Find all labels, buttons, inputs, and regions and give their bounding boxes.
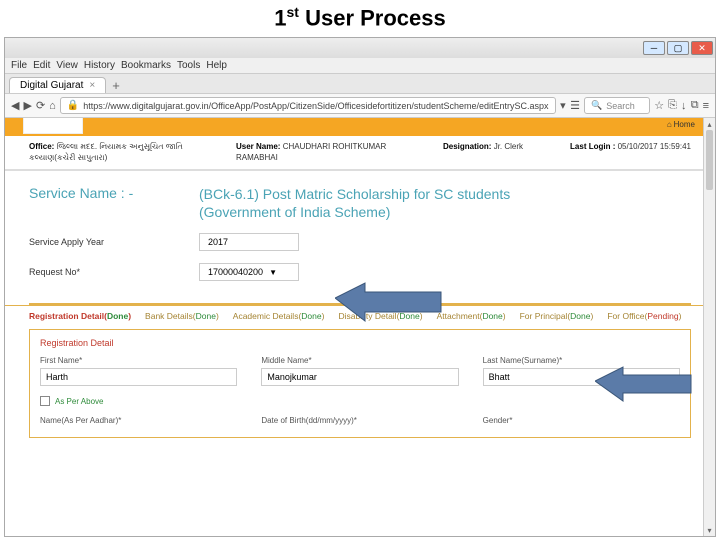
as-per-above-checkbox[interactable]: [40, 396, 50, 406]
as-per-above-row: As Per Above: [30, 386, 690, 406]
request-no-dropdown[interactable]: 17000040200▼: [199, 263, 299, 281]
callout-arrow-1: [335, 278, 445, 338]
menu-help[interactable]: Help: [206, 60, 227, 71]
tab-attachment[interactable]: Attachment(Done): [437, 311, 506, 321]
browser-window: ─ ▢ ✕ File Edit View History Bookmarks T…: [4, 37, 716, 537]
search-field[interactable]: 🔍 Search: [584, 97, 650, 114]
tab-academic-details[interactable]: Academic Details(Done): [233, 311, 325, 321]
first-name-field: First Name*: [40, 356, 237, 386]
site-header-bar: ⌂ Home: [5, 118, 715, 136]
middle-name-label: Middle Name*: [261, 356, 458, 365]
browser-menubar: File Edit View History Bookmarks Tools H…: [5, 58, 715, 74]
search-icon: 🔍: [591, 100, 602, 111]
pocket-icon[interactable]: ⎘: [668, 99, 677, 113]
lock-icon: 🔒: [67, 100, 79, 111]
apply-year-field[interactable]: 2017: [199, 233, 299, 251]
page-scrollbar[interactable]: ▴ ▾: [703, 118, 715, 536]
reload-icon[interactable]: ⟳: [36, 98, 45, 114]
menu-history[interactable]: History: [84, 60, 115, 71]
tab-strip: Digital Gujarat × +: [5, 74, 715, 94]
first-name-input[interactable]: [40, 368, 237, 386]
apply-year-row: Service Apply Year 2017: [5, 227, 715, 257]
aadhar-row-labels: Name(As Per Aadhar)* Date of Birth(dd/mm…: [30, 406, 690, 425]
search-placeholder: Search: [606, 101, 635, 111]
reader-icon[interactable]: ☰: [570, 98, 580, 114]
user-info-row: Office: જિલ્લા મદદ. નિયામક અનુસૂચિત જાતિ…: [5, 136, 715, 171]
dropdown-icon[interactable]: ▾: [560, 98, 567, 114]
forward-icon[interactable]: ▶: [23, 98, 31, 114]
browser-tab[interactable]: Digital Gujarat ×: [9, 77, 106, 93]
middle-name-field: Middle Name*: [261, 356, 458, 386]
sidebar-icon[interactable]: ⧉: [691, 99, 699, 113]
scroll-down-icon[interactable]: ▾: [704, 524, 715, 536]
url-text: https://www.digitalgujarat.gov.in/Office…: [83, 101, 548, 111]
scroll-up-icon[interactable]: ▴: [704, 118, 715, 130]
office-info: Office: જિલ્લા મદદ. નિયામક અનુસૂચિત જાતિ…: [29, 142, 189, 163]
designation-info: Designation: Jr. Clerk: [443, 142, 523, 163]
scroll-thumb[interactable]: [706, 130, 713, 190]
menu-view[interactable]: View: [56, 60, 78, 71]
chevron-down-icon: ▼: [269, 268, 277, 277]
minimize-button[interactable]: ─: [643, 41, 665, 55]
window-titlebar: ─ ▢ ✕: [5, 38, 715, 58]
house-icon: ⌂: [667, 120, 672, 129]
request-no-label: Request No*: [29, 267, 199, 277]
service-name-value: (BCk-6.1) Post Matric Scholarship for SC…: [199, 185, 510, 221]
tab-close-icon[interactable]: ×: [89, 80, 95, 91]
menu-edit[interactable]: Edit: [33, 60, 50, 71]
tab-for-office[interactable]: For Office(Pending): [607, 311, 681, 321]
url-field[interactable]: 🔒 https://www.digitalgujarat.gov.in/Offi…: [60, 97, 556, 114]
last-login-info: Last Login : 05/10/2017 15:59:41: [570, 142, 691, 163]
aadhar-name-label: Name(As Per Aadhar)*: [40, 416, 237, 425]
menu-file[interactable]: File: [11, 60, 27, 71]
site-logo: [23, 118, 83, 134]
tab-for-principal[interactable]: For Principal(Done): [520, 311, 594, 321]
tab-title: Digital Gujarat: [20, 80, 83, 91]
tab-registration-detail[interactable]: Registration Detail(Done): [29, 311, 131, 321]
slide-title: 1st User Process: [0, 0, 720, 37]
maximize-button[interactable]: ▢: [667, 41, 689, 55]
tab-bank-details[interactable]: Bank Details(Done): [145, 311, 219, 321]
menu-icon[interactable]: ≡: [703, 99, 709, 113]
first-name-label: First Name*: [40, 356, 237, 365]
close-button[interactable]: ✕: [691, 41, 713, 55]
new-tab-button[interactable]: +: [106, 78, 126, 93]
menu-bookmarks[interactable]: Bookmarks: [121, 60, 171, 71]
dob-label: Date of Birth(dd/mm/yyyy)*: [261, 416, 458, 425]
middle-name-input[interactable]: [261, 368, 458, 386]
as-per-above-label: As Per Above: [55, 397, 103, 406]
callout-arrow-2: [595, 363, 695, 418]
username-info: User Name: CHAUDHARI ROHITKUMAR RAMABHAI: [236, 142, 396, 163]
page-content: ⌂ Home Office: જિલ્લા મદદ. નિયામક અનુસૂચ…: [5, 118, 715, 536]
registration-detail-section: Registration Detail First Name* Middle N…: [29, 329, 691, 438]
back-icon[interactable]: ◀: [11, 98, 19, 114]
home-link[interactable]: ⌂ Home: [667, 120, 695, 129]
section-title: Registration Detail: [30, 338, 690, 356]
service-name-label: Service Name : -: [29, 185, 199, 221]
menu-tools[interactable]: Tools: [177, 60, 200, 71]
downloads-icon[interactable]: ↓: [681, 99, 687, 113]
home-icon[interactable]: ⌂: [49, 98, 56, 114]
bookmark-icon[interactable]: ☆: [654, 99, 664, 113]
address-bar: ◀ ▶ ⟳ ⌂ 🔒 https://www.digitalgujarat.gov…: [5, 94, 715, 118]
service-name-row: Service Name : - (BCk-6.1) Post Matric S…: [5, 171, 715, 227]
apply-year-label: Service Apply Year: [29, 237, 199, 247]
